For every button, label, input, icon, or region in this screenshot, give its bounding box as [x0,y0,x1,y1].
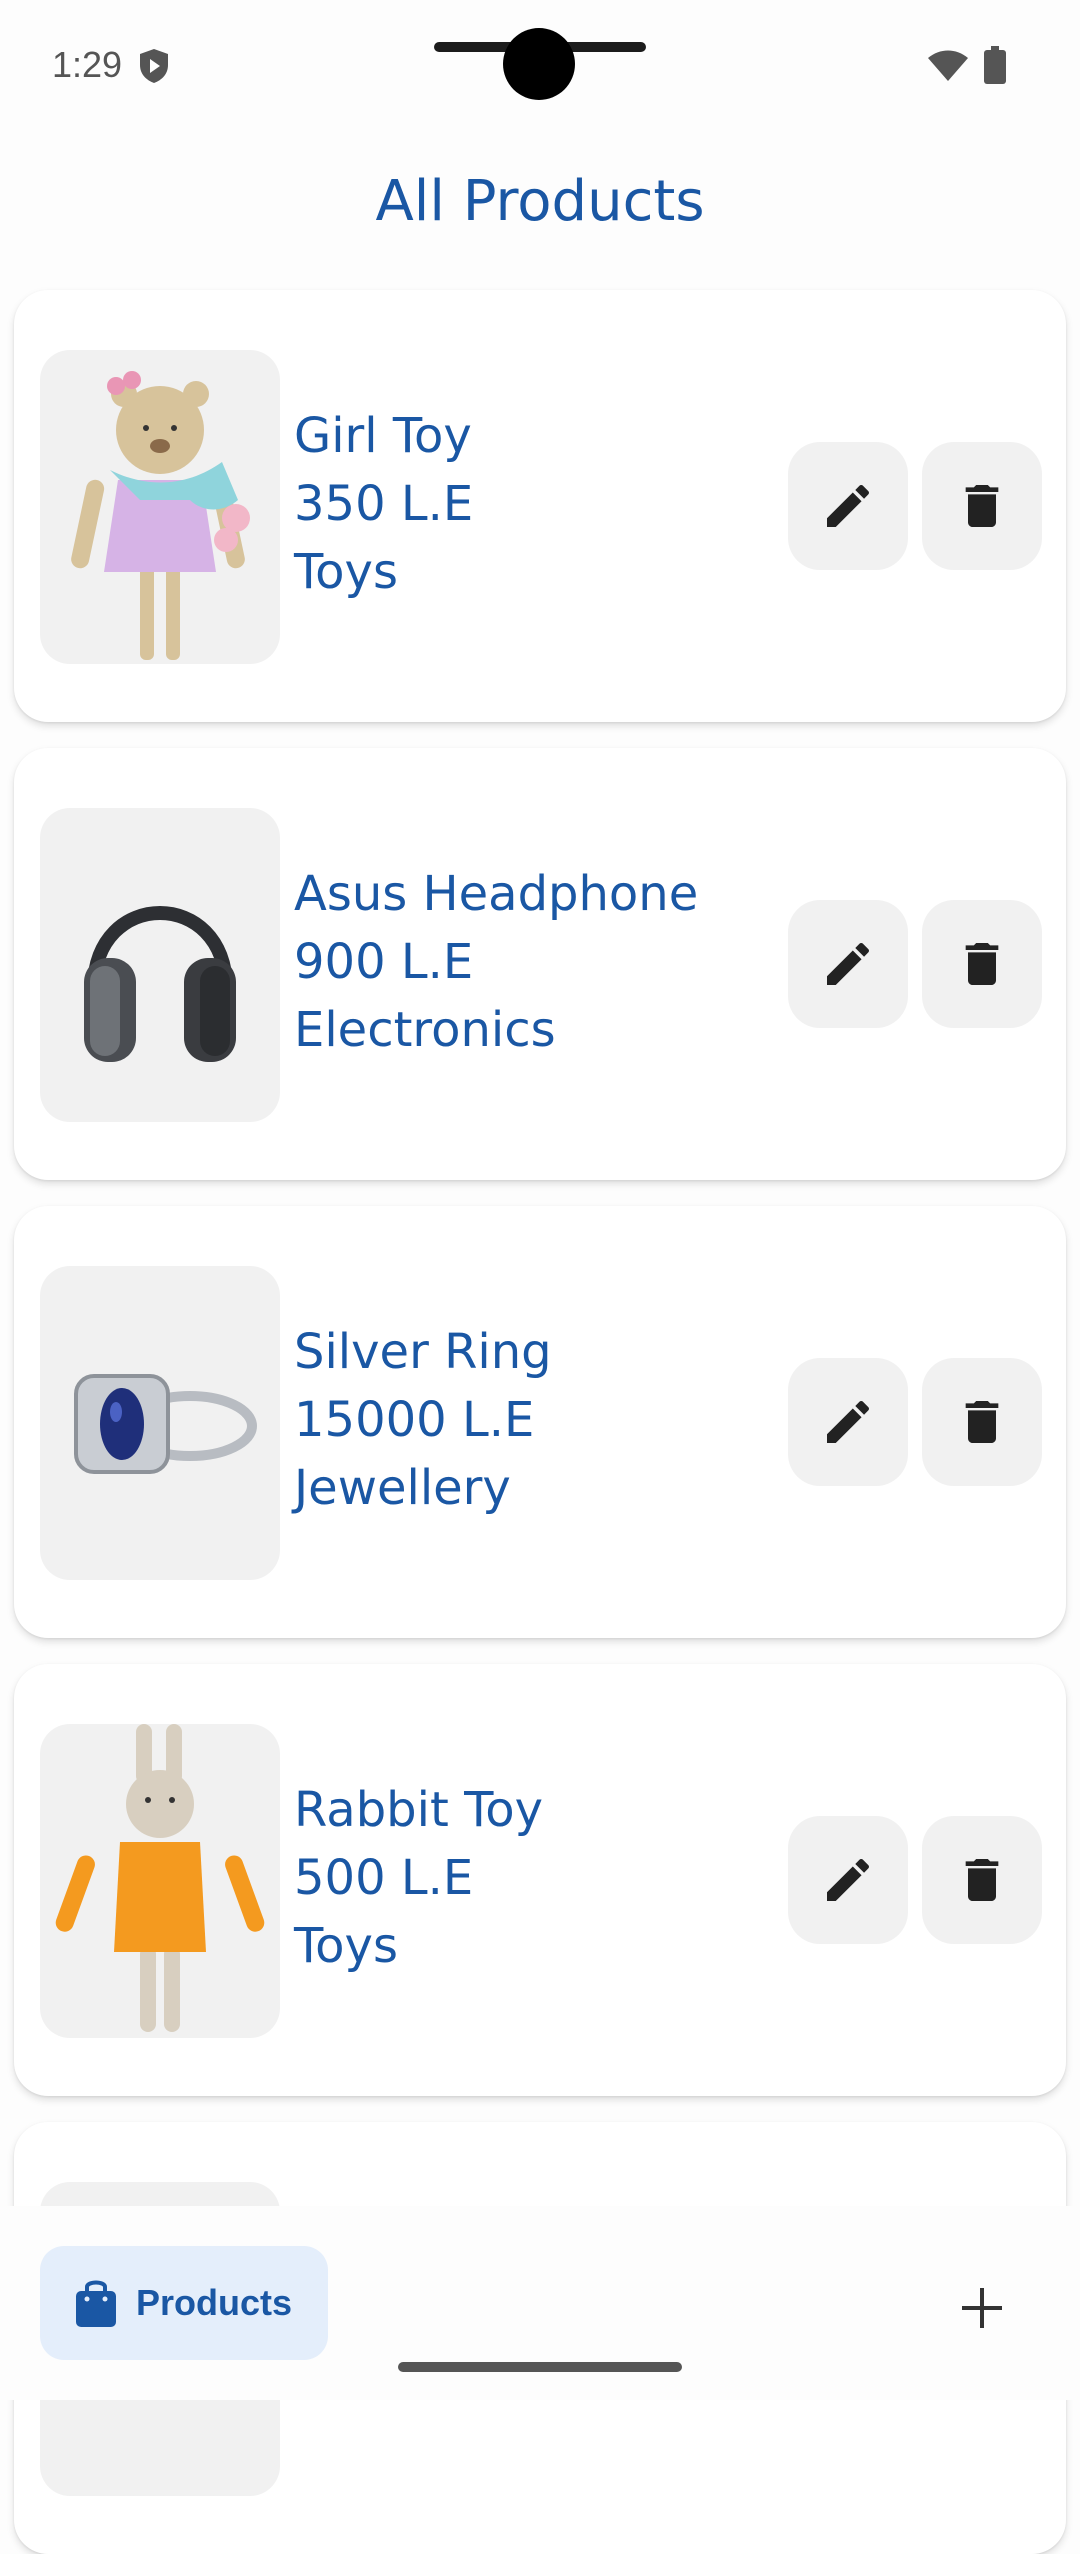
product-price: 900 L.E [294,934,474,990]
delete-button[interactable] [922,1816,1042,1944]
shopping-bag-icon [76,2280,116,2327]
status-time: 1:29 [52,44,123,85]
product-card[interactable]: Girl Toy 350 L.E Toys [14,290,1066,722]
product-image-rabbit-toy [40,1724,280,2038]
trash-icon [965,485,999,527]
trash-icon [965,943,999,985]
shield-icon [140,49,168,83]
product-image-silver-ring [40,1266,280,1580]
edit-button[interactable] [788,1358,908,1486]
edit-button[interactable] [788,1816,908,1944]
camera-cutout [503,28,575,100]
delete-button[interactable] [922,1358,1042,1486]
product-name: Silver Ring [294,1324,552,1380]
status-bar: 1:29 [0,0,1080,130]
trash-icon [965,1401,999,1443]
product-card[interactable]: Silver Ring 15000 L.E Jewellery [14,1206,1066,1638]
pencil-icon [827,1400,870,1443]
product-image-asus-headphone [40,808,280,1122]
product-card[interactable]: Rabbit Toy 500 L.E Toys [14,1664,1066,2096]
page-title: All Products [375,169,705,234]
product-category: Toys [294,1918,398,1974]
pencil-icon [827,484,870,527]
delete-button[interactable] [922,442,1042,570]
product-name: Asus Headphone [294,866,699,922]
pencil-icon [827,942,870,985]
delete-button[interactable] [922,900,1042,1028]
edit-button[interactable] [788,900,908,1028]
product-info: Girl Toy 350 L.E Toys [294,402,473,606]
nav-products-tab[interactable]: Products [40,2246,328,2360]
trash-icon [965,1859,999,1901]
product-category: Toys [294,544,398,600]
product-price: 15000 L.E [294,1392,535,1448]
product-info: Rabbit Toy 500 L.E Toys [294,1776,543,1980]
nav-products-label: Products [136,2282,293,2323]
product-card[interactable]: Asus Headphone 900 L.E Electronics [14,748,1066,1180]
product-category: Jewellery [294,1460,511,1516]
product-info: Asus Headphone 900 L.E Electronics [294,860,698,1064]
product-price: 350 L.E [294,476,474,532]
edit-button[interactable] [788,442,908,570]
product-name: Rabbit Toy [294,1782,543,1838]
product-image-girl-toy [40,350,280,664]
product-price: 500 L.E [294,1850,474,1906]
home-indicator[interactable] [398,2362,682,2372]
product-name: Girl Toy [294,408,472,464]
battery-icon [984,46,1006,84]
plus-icon[interactable] [956,2282,1008,2334]
wifi-icon [928,50,968,81]
product-category: Electronics [294,1002,556,1058]
product-info: Silver Ring 15000 L.E Jewellery [294,1318,552,1522]
pencil-icon [827,1858,870,1901]
